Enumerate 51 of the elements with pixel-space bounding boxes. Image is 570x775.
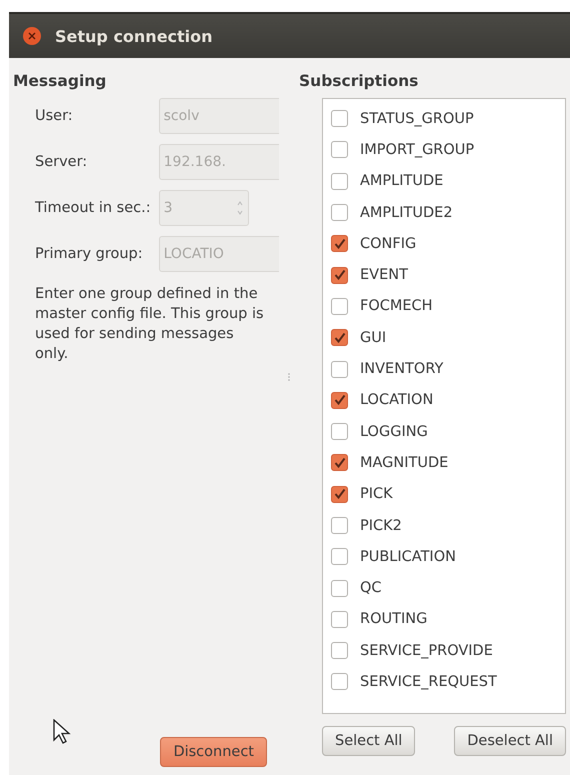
checkbox[interactable]: [331, 642, 348, 660]
field-label: Primary group:: [35, 246, 144, 262]
close-icon[interactable]: [23, 27, 41, 45]
checkbox[interactable]: [331, 266, 348, 284]
checkbox[interactable]: [331, 517, 348, 534]
list-item[interactable]: LOCATION: [323, 384, 565, 416]
list-action-button[interactable]: Deselect All: [454, 726, 566, 756]
checkbox[interactable]: [331, 360, 348, 378]
list-item[interactable]: IMPORT_GROUP: [323, 134, 565, 166]
window-title: Setup connection: [55, 26, 213, 46]
list-item[interactable]: LOGGING: [323, 416, 565, 448]
checkbox[interactable]: [331, 580, 348, 597]
list-item[interactable]: STATUS_GROUP: [323, 103, 565, 134]
list-item[interactable]: QC: [323, 572, 565, 604]
list-item[interactable]: GUI: [323, 322, 565, 354]
list-item[interactable]: SERVICE_REQUEST: [323, 666, 565, 698]
mouse-cursor-icon: [53, 719, 71, 745]
hint-text: Enter one group defined in the master config file. This group is used for sending messages only.: [35, 285, 265, 364]
checkbox[interactable]: [331, 673, 348, 690]
checkbox[interactable]: [331, 548, 348, 566]
checkbox[interactable]: [331, 141, 348, 158]
list-item[interactable]: CONFIG: [323, 228, 565, 260]
disconnect-button[interactable]: Disconnect: [160, 737, 267, 767]
checkbox[interactable]: [331, 486, 348, 503]
list-item[interactable]: INVENTORY: [323, 353, 565, 385]
list-item[interactable]: SERVICE_PROVIDE: [323, 635, 565, 666]
list-action-button[interactable]: Select All: [322, 726, 416, 756]
checkbox[interactable]: [331, 329, 348, 346]
checkbox[interactable]: [331, 423, 348, 440]
checkbox[interactable]: [331, 235, 348, 252]
checkbox[interactable]: [331, 298, 348, 315]
checkbox[interactable]: [331, 172, 348, 190]
field-label: Server:: [35, 154, 88, 170]
section-heading: Subscriptions: [299, 71, 420, 92]
list-item[interactable]: PUBLICATION: [323, 541, 565, 572]
section-heading: Messaging: [12, 71, 108, 92]
list-item[interactable]: EVENT: [323, 259, 565, 291]
checkbox[interactable]: [331, 392, 348, 409]
checkbox[interactable]: [331, 610, 348, 628]
list-item[interactable]: ROUTING: [323, 604, 565, 636]
checkbox[interactable]: [331, 204, 348, 222]
list-item[interactable]: PICK2: [323, 510, 565, 542]
list-item[interactable]: FOCMECH: [323, 290, 565, 322]
checkbox[interactable]: [331, 454, 348, 472]
list-item[interactable]: PICK: [323, 478, 565, 510]
list-item[interactable]: AMPLITUDE2: [323, 196, 565, 228]
list-item[interactable]: AMPLITUDE: [323, 166, 565, 197]
field-label: User:: [35, 108, 74, 124]
list-item[interactable]: MAGNITUDE: [323, 447, 565, 479]
checkbox[interactable]: [331, 110, 348, 128]
field-label: Timeout in sec.:: [35, 200, 151, 216]
